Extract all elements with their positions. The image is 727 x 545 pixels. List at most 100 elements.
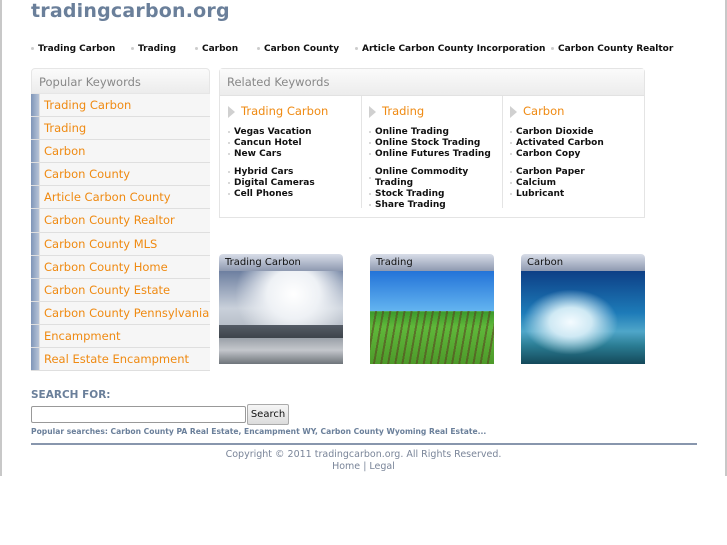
bullet-icon	[228, 130, 230, 133]
popular-keyword-item[interactable]: Encampment	[31, 324, 210, 349]
related-link[interactable]: Online Trading	[369, 127, 491, 138]
topnav-item-article-carbon-county-incorporation[interactable]: Article Carbon County Incorporation	[355, 44, 545, 54]
popular-keyword-item[interactable]: Trading	[31, 117, 210, 141]
popular-keyword-item[interactable]: Carbon County Realtor	[31, 209, 210, 233]
bullet-icon	[510, 130, 512, 133]
keyword-label: Article Carbon County	[44, 190, 171, 205]
thumbnail-caption: Trading	[370, 254, 494, 271]
search-input[interactable]	[31, 406, 246, 423]
popular-searches-link[interactable]: Popular searches: Carbon County PA Real …	[31, 427, 486, 436]
item-marker	[31, 117, 40, 140]
search-label: SEARCH FOR:	[31, 389, 111, 401]
bullet-icon	[228, 170, 230, 173]
thumbnail-caption: Carbon	[521, 254, 645, 271]
link-label: Calcium	[516, 178, 556, 188]
related-column-heading[interactable]: Trading	[369, 104, 424, 118]
related-link[interactable]: Stock Trading	[369, 189, 491, 200]
popular-keyword-item[interactable]: Carbon County	[31, 163, 210, 187]
copyright-text: Copyright © 2011 tradingcarbon.org. All …	[225, 449, 502, 460]
related-link[interactable]: Share Trading	[369, 200, 491, 211]
thumbnail-carbon[interactable]: Carbon	[521, 254, 645, 364]
related-link[interactable]: Carbon Copy	[510, 149, 604, 160]
related-keywords-panel: Related Keywords Trading Carbon Vegas Va…	[219, 68, 645, 218]
search-button[interactable]: Search	[247, 404, 289, 425]
bullet-icon	[228, 152, 230, 155]
item-marker	[31, 348, 40, 371]
topnav-item-carbon-county[interactable]: Carbon County	[257, 44, 339, 54]
bullet-icon	[369, 141, 371, 144]
bullet-icon	[257, 47, 260, 50]
popular-keywords-title: Popular Keywords	[31, 68, 210, 94]
related-column: Trading Online Trading Online Stock Trad…	[361, 96, 503, 211]
popular-keyword-item[interactable]: Real Estate Encampment	[31, 348, 210, 372]
item-marker	[31, 255, 40, 278]
footer-link-home[interactable]: Home	[332, 461, 360, 472]
related-link[interactable]: Digital Cameras	[228, 178, 315, 189]
footer-links: Home | Legal	[0, 461, 727, 472]
item-marker	[31, 324, 40, 348]
link-label: Cancun Hotel	[234, 138, 302, 148]
related-heading-label: Trading	[382, 104, 425, 118]
related-link[interactable]: New Cars	[228, 149, 315, 160]
related-link[interactable]: Vegas Vacation	[228, 127, 315, 138]
related-link[interactable]: Online Futures Trading	[369, 149, 491, 160]
topnav-label: Article Carbon County Incorporation	[362, 44, 546, 54]
related-link[interactable]: Online Commodity Trading	[369, 167, 487, 189]
topnav-label: Trading Carbon	[38, 44, 116, 54]
item-marker	[31, 140, 40, 163]
related-heading-label: Trading Carbon	[241, 104, 329, 118]
item-marker	[31, 163, 40, 186]
footer-separator: |	[363, 461, 367, 472]
keyword-label: Real Estate Encampment	[44, 352, 190, 367]
thumbnail-trading[interactable]: Trading	[370, 254, 494, 364]
link-label: Activated Carbon	[516, 138, 604, 148]
topnav-item-trading[interactable]: Trading	[131, 44, 176, 54]
topnav-item-carbon[interactable]: Carbon	[195, 44, 238, 54]
bullet-icon	[369, 152, 371, 155]
related-link[interactable]: Cell Phones	[228, 189, 315, 200]
related-link-list: Carbon Dioxide Activated Carbon Carbon C…	[510, 127, 604, 200]
popular-keyword-item[interactable]: Trading Carbon	[31, 94, 210, 118]
popular-keyword-item[interactable]: Article Carbon County	[31, 186, 210, 210]
keyword-label: Carbon County Realtor	[44, 213, 175, 228]
link-label: Digital Cameras	[234, 178, 315, 188]
bullet-icon	[369, 192, 371, 195]
item-marker	[31, 94, 40, 117]
bullet-icon	[369, 203, 371, 206]
item-marker	[31, 209, 40, 232]
bullet-icon	[195, 47, 198, 50]
popular-keyword-item[interactable]: Carbon	[31, 140, 210, 164]
related-link[interactable]: Lubricant	[510, 189, 604, 200]
bullet-icon	[228, 192, 230, 195]
related-link[interactable]: Carbon Paper	[510, 167, 604, 178]
footer-link-legal[interactable]: Legal	[369, 461, 394, 472]
bullet-icon	[510, 152, 512, 155]
keyword-label: Carbon County Home	[44, 259, 168, 274]
popular-keyword-item[interactable]: Carbon County MLS	[31, 232, 210, 256]
bullet-icon	[131, 47, 134, 50]
related-link[interactable]: Online Stock Trading	[369, 138, 491, 149]
popular-keyword-item[interactable]: Carbon County Estate	[31, 278, 210, 302]
popular-keyword-item[interactable]: Carbon County Pennsylvania	[31, 301, 210, 325]
topnav-label: Carbon County	[264, 44, 340, 54]
related-column-heading[interactable]: Carbon	[510, 104, 564, 118]
popular-keyword-item[interactable]: Carbon County Home	[31, 255, 210, 279]
bullet-icon	[355, 47, 358, 50]
related-link[interactable]: Calcium	[510, 178, 604, 189]
topnav-item-carbon-county-realtor[interactable]: Carbon County Realtor	[551, 44, 673, 54]
bullet-icon	[510, 170, 512, 173]
farm-field-photo	[370, 271, 494, 364]
related-link[interactable]: Hybrid Cars	[228, 167, 315, 178]
site-logo[interactable]: tradingcarbon.org	[31, 0, 230, 22]
keyword-label: Carbon County MLS	[44, 236, 158, 251]
topnav-item-trading-carbon[interactable]: Trading Carbon	[31, 44, 115, 54]
related-link[interactable]: Cancun Hotel	[228, 138, 315, 149]
keyword-label: Carbon	[44, 144, 86, 159]
related-link[interactable]: Carbon Dioxide	[510, 127, 604, 138]
bullet-icon	[369, 130, 371, 133]
thumbnail-trading-carbon[interactable]: Trading Carbon	[219, 254, 343, 364]
related-link-list: Online Trading Online Stock Trading Onli…	[369, 127, 491, 211]
lake-sky-photo	[521, 271, 645, 364]
related-link[interactable]: Activated Carbon	[510, 138, 604, 149]
related-column-heading[interactable]: Trading Carbon	[228, 104, 328, 118]
